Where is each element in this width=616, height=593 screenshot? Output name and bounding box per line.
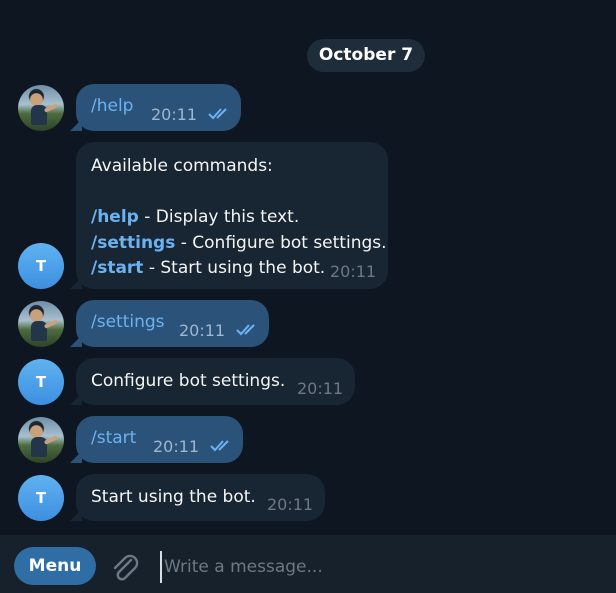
incoming-message[interactable]: Configure bot settings. 20:11 [70,358,355,405]
message-time: 20:11 [267,495,314,514]
command-link-start[interactable]: /start [91,428,136,448]
outgoing-message[interactable]: /settings 20:11 [70,300,269,347]
date-separator: October 7 [307,39,425,72]
command-link-help[interactable]: /help [91,96,133,116]
command-link-help[interactable]: /help [91,207,139,227]
message-input[interactable] [160,551,606,583]
message-time: 20:11 [179,321,226,340]
read-checkmarks-icon [210,440,229,452]
bot-avatar[interactable]: T [18,475,64,521]
message-text: Configure bot settings. [91,371,286,391]
user-avatar[interactable] [18,301,64,347]
command-link-settings[interactable]: /settings [91,312,165,332]
message-text: Start using the bot. [91,487,256,507]
message-time: 20:11 [297,379,344,398]
message-time: 20:11 [153,437,200,456]
command-link-start[interactable]: /start [91,258,143,278]
message-time: 20:11 [330,262,377,281]
bot-avatar[interactable]: T [18,243,64,289]
outgoing-message[interactable]: /start 20:11 [70,416,243,463]
outgoing-message[interactable]: /help 20:11 [70,84,241,131]
chat-history[interactable]: October 7 /help 20:11 T Available comman… [0,0,616,535]
command-description: - Start using the bot. [143,258,326,278]
bot-avatar[interactable]: T [18,359,64,405]
message-composer: Menu [0,535,616,593]
incoming-message[interactable]: Start using the bot. 20:11 [70,474,325,521]
message-text: Available commands: [91,156,273,176]
command-link-settings[interactable]: /settings [91,233,175,253]
menu-button[interactable]: Menu [14,547,96,585]
incoming-message[interactable]: Available commands: /help - Display this… [70,142,388,289]
user-avatar[interactable] [18,85,64,131]
message-time: 20:11 [151,105,198,124]
paperclip-icon[interactable] [108,551,142,585]
user-avatar[interactable] [18,417,64,463]
read-checkmarks-icon [208,108,227,120]
read-checkmarks-icon [236,324,255,336]
command-description: - Configure bot settings. [175,232,387,253]
command-description: - Display this text. [138,207,300,227]
